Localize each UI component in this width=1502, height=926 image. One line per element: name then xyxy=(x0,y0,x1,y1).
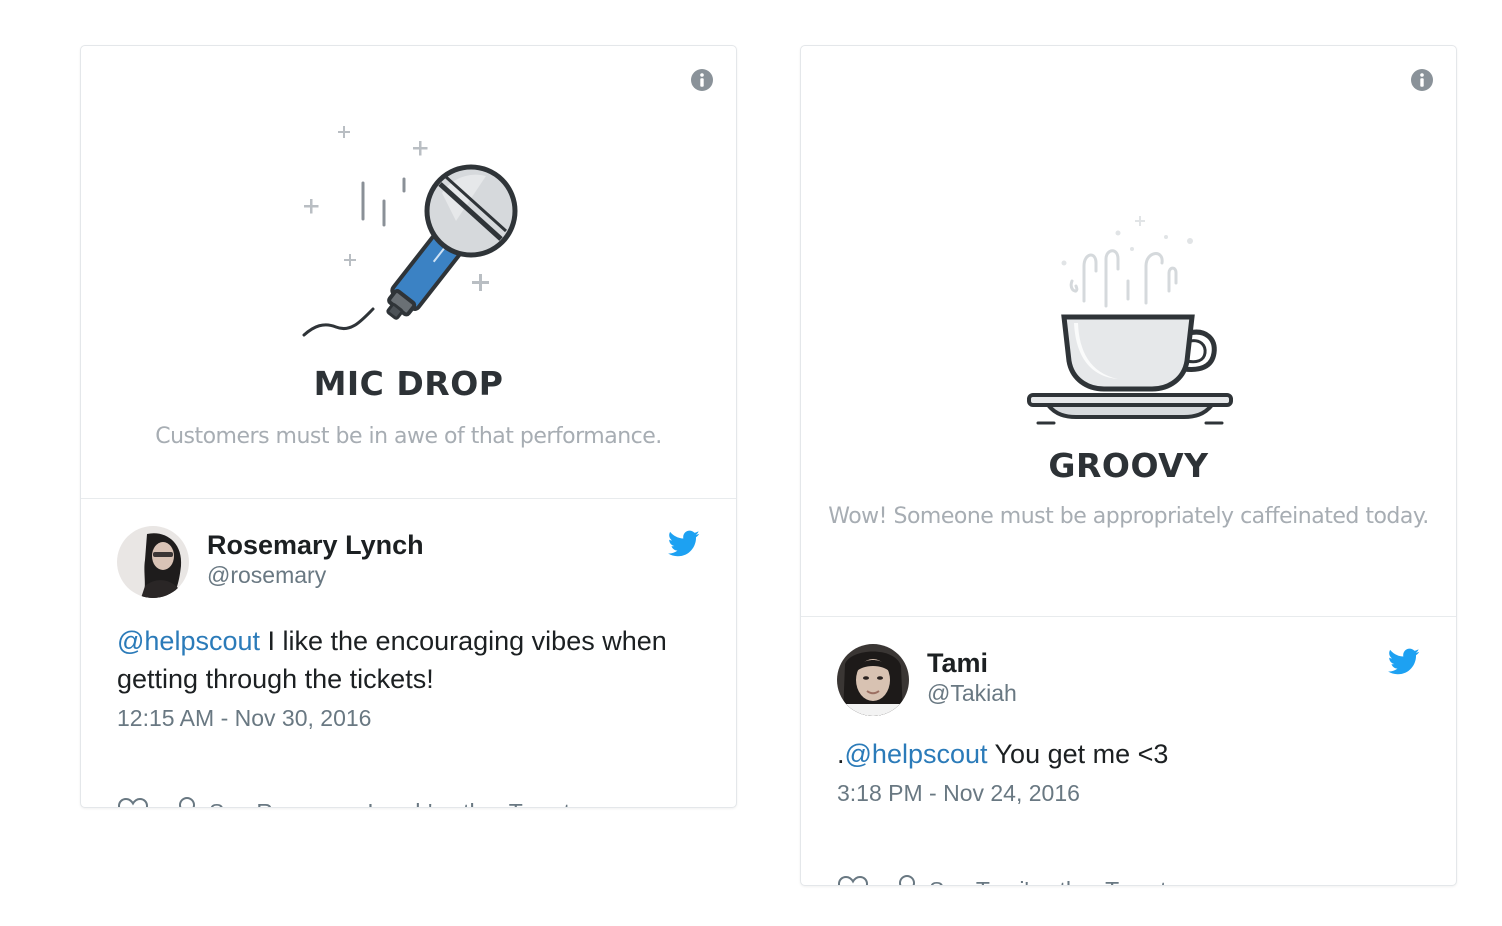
twitter-bird-icon[interactable] xyxy=(668,530,700,558)
info-icon[interactable] xyxy=(1410,68,1434,92)
author-name[interactable]: Tami xyxy=(927,648,988,679)
author-handle[interactable]: @Takiah xyxy=(927,680,1017,707)
info-icon[interactable] xyxy=(690,68,714,92)
promo-panel: GROOVY Wow! Someone must be appropriatel… xyxy=(801,46,1456,617)
tweet-timestamp[interactable]: 12:15 AM - Nov 30, 2016 xyxy=(117,705,371,732)
mention-link[interactable]: @helpscout xyxy=(117,626,260,656)
heart-icon[interactable] xyxy=(117,797,149,808)
person-icon xyxy=(899,875,915,885)
tweet-text: .@helpscout You get me <3 xyxy=(837,739,1169,769)
tweet-text: @helpscout I like the encouraging vibes … xyxy=(117,626,667,694)
promo-subtitle: Customers must be in awe of that perform… xyxy=(155,424,662,449)
see-other-tweets-link[interactable]: See Tami's other Tweets xyxy=(929,877,1178,886)
tweet-actions: See Tami's other Tweets xyxy=(837,873,1178,886)
tweet-timestamp[interactable]: 3:18 PM - Nov 24, 2016 xyxy=(837,780,1080,807)
promo-title: GROOVY xyxy=(1048,446,1209,485)
see-other-tweets-link[interactable]: See Rosemary Lynch's other Tweets xyxy=(209,799,582,808)
tweet-actions: See Rosemary Lynch's other Tweets xyxy=(117,795,582,808)
author-name[interactable]: Rosemary Lynch xyxy=(207,530,424,561)
promo-panel: MIC DROP Customers must be in awe of tha… xyxy=(81,46,736,499)
embedded-tweet-card: MIC DROP Customers must be in awe of tha… xyxy=(80,45,737,808)
avatar[interactable] xyxy=(117,526,189,598)
tweet: Rosemary Lynch @rosemary @helpscout I li… xyxy=(81,500,736,808)
author-handle[interactable]: @rosemary xyxy=(207,562,326,589)
embedded-tweet-card: GROOVY Wow! Someone must be appropriatel… xyxy=(800,45,1457,886)
promo-subtitle: Wow! Someone must be appropriately caffe… xyxy=(828,504,1429,529)
person-icon xyxy=(179,797,195,807)
microphone-illustration xyxy=(302,126,518,337)
tweet: Tami @Takiah .@helpscout You get me <3 3… xyxy=(801,618,1456,886)
mention-link[interactable]: @helpscout xyxy=(845,739,988,769)
heart-icon[interactable] xyxy=(837,875,869,886)
twitter-bird-icon[interactable] xyxy=(1388,648,1420,676)
promo-title: MIC DROP xyxy=(313,364,504,403)
avatar[interactable] xyxy=(837,644,909,716)
coffee-cup-illustration xyxy=(1027,216,1233,425)
